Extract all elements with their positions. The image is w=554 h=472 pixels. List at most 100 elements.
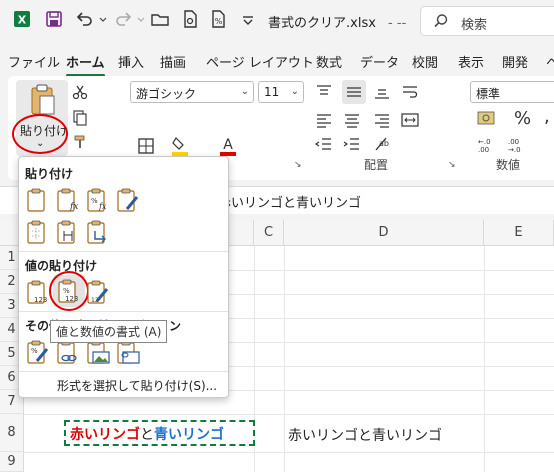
row-header[interactable]: 8	[0, 414, 24, 452]
keep-source-formatting-icon[interactable]	[115, 187, 141, 213]
font-size-value: 11	[264, 85, 280, 99]
search-box[interactable]: 検索	[420, 6, 554, 36]
redo-icon[interactable]	[114, 9, 134, 29]
tab-data[interactable]: データ	[360, 52, 399, 71]
font-name-dropdown[interactable]: 游ゴシック ⌄	[130, 81, 254, 103]
column-header-d[interactable]: D	[284, 220, 484, 246]
number-format-dropdown[interactable]: 標準	[470, 81, 554, 103]
open-folder-icon[interactable]	[150, 9, 170, 29]
svg-text:123: 123	[34, 296, 47, 304]
title-bar: X % 書式のクリア.xlsx - -- 検索	[0, 0, 554, 42]
svg-text:.00: .00	[478, 146, 489, 154]
percent-style-icon[interactable]: %	[208, 9, 228, 29]
copy-icon[interactable]	[72, 110, 88, 126]
cell-b8-blue-text: 青いリンゴ	[154, 427, 224, 443]
chevron-down-icon: ⌄	[240, 86, 249, 97]
merge-center-icon[interactable]	[400, 110, 420, 130]
align-middle-icon	[347, 87, 361, 97]
increase-indent-icon[interactable]	[342, 134, 362, 154]
svg-text:%: %	[91, 197, 98, 205]
percent-style-icon[interactable]: %	[514, 108, 531, 129]
chevron-down-icon: ⌄	[290, 86, 299, 97]
grid-line	[284, 246, 285, 472]
paste-special-menu-item[interactable]: 形式を選択して貼り付け(S)...	[57, 377, 217, 394]
cell-b8[interactable]: 赤いリンゴと青いリンゴ	[70, 424, 224, 444]
font-size-dropdown[interactable]: 11 ⌄	[258, 81, 304, 103]
column-header-e[interactable]: E	[484, 220, 554, 246]
search-placeholder: 検索	[461, 18, 488, 33]
paste-formatting-icon[interactable]: %	[25, 339, 51, 365]
cell-d8[interactable]: 赤いリンゴと青いリンゴ	[288, 425, 442, 445]
svg-text:%: %	[31, 347, 38, 355]
tab-insert[interactable]: 挿入	[118, 52, 144, 71]
redo-dropdown-icon[interactable]	[136, 9, 146, 29]
customize-toolbar-icon[interactable]	[238, 9, 258, 29]
excel-logo-icon: X	[14, 11, 30, 27]
paste-options-menu: 貼り付け fx %fx 値の貼り付け 123 %123 12 その他の貼り付けオ…	[18, 156, 229, 398]
paste-formulas-number-format-icon[interactable]: %fx	[85, 187, 111, 213]
cut-icon[interactable]	[72, 84, 88, 100]
search-icon	[434, 14, 448, 28]
fill-color-icon[interactable]	[170, 134, 190, 156]
alignment-group-label: 配置	[364, 158, 389, 172]
tooltip: 値と数値の書式 (A)	[50, 320, 168, 343]
paste-icon[interactable]	[25, 187, 51, 213]
formula-bar-value: 赤いリンゴと青いリンゴ	[218, 196, 362, 211]
document-filename-suffix: -	[388, 16, 393, 31]
svg-text:.00: .00	[508, 138, 519, 146]
undo-icon[interactable]	[74, 9, 94, 29]
document-title: 書式のクリア.xlsx - --	[268, 16, 407, 31]
tab-developer[interactable]: 開発	[502, 52, 528, 71]
font-color-icon[interactable]: A	[218, 134, 238, 156]
menu-separator	[19, 311, 228, 312]
tab-home[interactable]: ホーム	[66, 52, 105, 77]
alignment-dialog-launcher-icon[interactable]: ↘	[448, 160, 456, 170]
accounting-format-icon[interactable]	[476, 108, 500, 130]
borders-icon[interactable]	[136, 136, 156, 156]
wrap-text-icon[interactable]	[400, 82, 420, 102]
svg-text:A: A	[223, 137, 233, 153]
align-middle-button[interactable]	[342, 80, 366, 104]
document-filename: 書式のクリア.xlsx	[268, 16, 376, 31]
tab-help[interactable]: ヘ	[546, 52, 554, 71]
row-header[interactable]: 9	[0, 452, 24, 472]
transpose-icon[interactable]	[85, 219, 111, 245]
print-preview-icon[interactable]	[180, 9, 200, 29]
tab-view[interactable]: 表示	[458, 52, 484, 71]
svg-text:→.0: →.0	[508, 146, 521, 154]
tab-page-layout[interactable]: ページ レイアウト	[206, 52, 314, 71]
align-center-icon[interactable]	[342, 110, 362, 130]
tab-draw[interactable]: 描画	[160, 52, 186, 71]
decrease-decimal-icon[interactable]: .00→.0	[506, 136, 530, 154]
align-bottom-icon[interactable]	[372, 82, 392, 102]
orientation-icon[interactable]: ab	[372, 134, 392, 154]
format-painter-icon[interactable]	[72, 134, 88, 150]
paste-highlight-ring	[12, 114, 68, 154]
grid-line	[484, 246, 485, 472]
undo-dropdown-icon[interactable]	[98, 9, 108, 29]
tab-formulas[interactable]: 数式	[316, 52, 342, 71]
increase-decimal-icon[interactable]: ←.0.00	[476, 136, 500, 154]
paste-values-source-formatting-icon[interactable]: 12	[85, 279, 111, 305]
comma-style-icon[interactable]: ,	[544, 106, 550, 127]
grid-line	[24, 452, 554, 453]
no-borders-icon[interactable]	[25, 219, 51, 245]
svg-text:fx: fx	[69, 202, 78, 212]
keep-column-widths-icon[interactable]	[55, 219, 81, 245]
decrease-indent-icon[interactable]	[314, 134, 334, 154]
paste-values-icon[interactable]: 123	[25, 279, 51, 305]
number-format-value: 標準	[476, 87, 501, 101]
menu-separator	[19, 251, 228, 252]
align-left-icon[interactable]	[314, 110, 334, 130]
save-icon[interactable]	[44, 9, 64, 29]
tab-review[interactable]: 校閲	[412, 52, 438, 71]
paste-formulas-icon[interactable]: fx	[55, 187, 81, 213]
font-dialog-launcher-icon[interactable]: ↘	[294, 160, 302, 170]
paste-section-heading: 貼り付け	[25, 167, 74, 181]
svg-text:←.0: ←.0	[478, 138, 491, 146]
svg-text:X: X	[18, 14, 27, 27]
tab-file[interactable]: ファイル	[8, 52, 60, 71]
align-top-icon[interactable]	[314, 82, 334, 102]
align-right-icon[interactable]	[372, 110, 392, 130]
column-header-c[interactable]: C	[254, 220, 284, 246]
